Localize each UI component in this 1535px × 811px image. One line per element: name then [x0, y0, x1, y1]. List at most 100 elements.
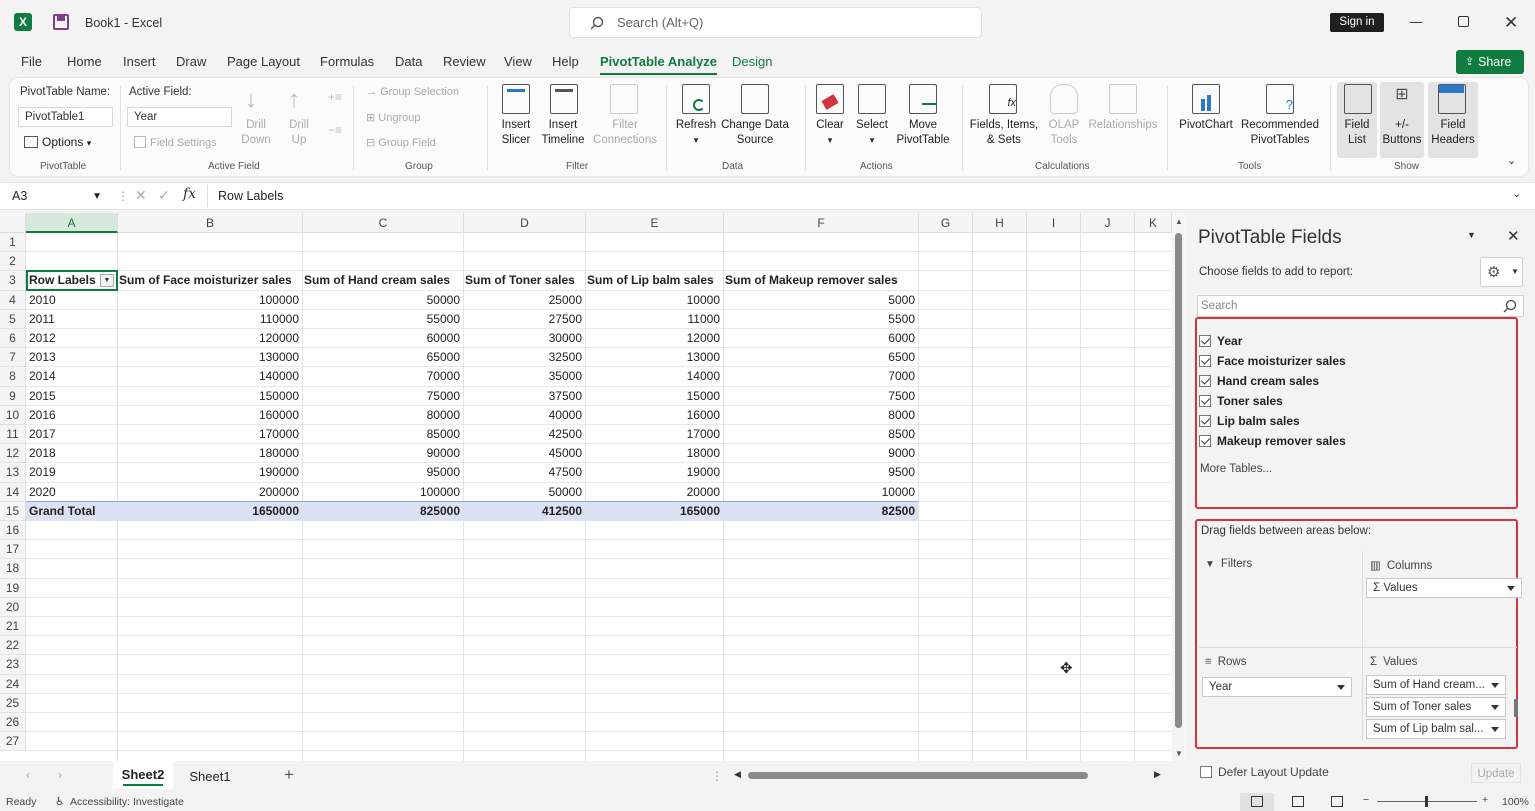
row-header-18[interactable]: 18: [0, 559, 26, 579]
row-header-2[interactable]: 2: [0, 252, 26, 272]
tab-review[interactable]: Review: [443, 54, 486, 69]
value-cell[interactable]: 55000: [304, 310, 463, 329]
row-label-cell[interactable]: 2019: [27, 463, 117, 482]
value-cell[interactable]: 100000: [304, 483, 463, 502]
value-cell[interactable]: 5000: [725, 291, 918, 310]
value-cell[interactable]: 17000: [587, 425, 723, 444]
column-header-d[interactable]: D: [464, 213, 586, 233]
insert-timeline-button[interactable]: Insert Timeline: [538, 118, 588, 148]
collapse-ribbon-icon[interactable]: ⌄: [1507, 154, 1516, 167]
tab-design[interactable]: Design: [732, 54, 772, 69]
row-header-4[interactable]: 4: [0, 290, 26, 310]
move-pivottable-button[interactable]: Move PivotTable: [894, 118, 952, 148]
column-header-h[interactable]: H: [973, 213, 1027, 233]
group-field-button[interactable]: ⊟ Group Field: [366, 136, 436, 149]
row-header-16[interactable]: 16: [0, 521, 26, 541]
next-sheet-icon[interactable]: ›: [58, 768, 62, 782]
checkbox-checked-icon[interactable]: [1199, 435, 1211, 447]
rows-year-item[interactable]: Year: [1202, 677, 1352, 697]
value-cell[interactable]: 9000: [725, 444, 918, 463]
tab-home[interactable]: Home: [67, 54, 102, 69]
field-headers-button[interactable]: Field Headers: [1428, 118, 1478, 148]
value-cell[interactable]: 65000: [304, 348, 463, 367]
values-item[interactable]: Sum of Hand cream...: [1366, 675, 1506, 695]
vertical-scroll-thumb[interactable]: [1175, 233, 1182, 728]
value-cell[interactable]: 12000: [587, 329, 723, 348]
select-all-corner[interactable]: [0, 213, 26, 233]
field-settings-button[interactable]: Field Settings: [134, 136, 217, 149]
field-search-input[interactable]: Search: [1197, 295, 1524, 317]
checkbox-checked-icon[interactable]: [1199, 395, 1211, 407]
group-selection-button[interactable]: → Group Selection: [366, 86, 459, 98]
row-label-cell[interactable]: 2010: [27, 291, 117, 310]
value-cell[interactable]: 140000: [119, 367, 302, 386]
row-label-cell[interactable]: 2014: [27, 367, 117, 386]
zoom-slider-thumb[interactable]: [1425, 796, 1428, 807]
vertical-scrollbar[interactable]: ▲ ▼: [1172, 213, 1186, 761]
value-cell[interactable]: 9500: [725, 463, 918, 482]
ungroup-button[interactable]: ⊞ Ungroup: [366, 111, 420, 124]
row-header-8[interactable]: 8: [0, 367, 26, 387]
field-year[interactable]: Year: [1199, 334, 1242, 348]
row-header-26[interactable]: 26: [0, 713, 26, 733]
row-header-5[interactable]: 5: [0, 309, 26, 329]
columns-values-item[interactable]: Σ Values: [1366, 578, 1522, 598]
value-cell[interactable]: 7500: [725, 387, 918, 406]
field-hand-cream-sales[interactable]: Hand cream sales: [1199, 374, 1319, 388]
value-cell[interactable]: 45000: [465, 444, 585, 463]
row-header-13[interactable]: 13: [0, 463, 26, 483]
grand-total-value[interactable]: 412500: [465, 502, 585, 521]
expand-formula-icon[interactable]: ⌄: [1512, 187, 1521, 200]
grand-total-value[interactable]: 1650000: [119, 502, 302, 521]
tab-help[interactable]: Help: [552, 54, 579, 69]
value-cell[interactable]: 10000: [725, 483, 918, 502]
value-cell[interactable]: 160000: [119, 406, 302, 425]
fields-items-sets-button[interactable]: Fields, Items, & Sets: [966, 118, 1042, 148]
row-header-27[interactable]: 27: [0, 732, 26, 752]
grand-total-value[interactable]: 825000: [304, 502, 463, 521]
row-header-23[interactable]: 23: [0, 655, 26, 675]
grand-total-value[interactable]: 165000: [587, 502, 723, 521]
field-face-moisturizer-sales[interactable]: Face moisturizer sales: [1199, 354, 1346, 368]
tab-draw[interactable]: Draw: [176, 54, 206, 69]
row-header-3[interactable]: 3: [0, 271, 26, 291]
zoom-level[interactable]: 100%: [1502, 796, 1529, 808]
value-cell[interactable]: 100000: [119, 291, 302, 310]
value-cell[interactable]: 19000: [587, 463, 723, 482]
save-icon[interactable]: [53, 14, 69, 30]
worksheet-grid[interactable]: ABCDEFGHIJK 1 2 3 4 5 6 7 8 9 10 11 12 13 14 15 16 17 18 1…: [0, 213, 1186, 761]
sheet-tab-sheet1[interactable]: Sheet1: [180, 761, 240, 789]
row-header-22[interactable]: 22: [0, 636, 26, 656]
tab-view[interactable]: View: [504, 54, 532, 69]
settings-dropdown[interactable]: ⚙ ▼: [1480, 257, 1523, 287]
refresh-button[interactable]: Refresh ▾: [672, 118, 720, 148]
field-lip-balm-sales[interactable]: Lip balm sales: [1199, 414, 1300, 428]
value-cell[interactable]: 10000: [587, 291, 723, 310]
pivot-column-header[interactable]: Sum of Toner sales: [465, 271, 585, 290]
value-cell[interactable]: 50000: [304, 291, 463, 310]
column-header-k[interactable]: K: [1135, 213, 1172, 233]
scroll-left-icon[interactable]: ◀: [734, 769, 741, 780]
value-cell[interactable]: 35000: [465, 367, 585, 386]
value-cell[interactable]: 200000: [119, 483, 302, 502]
column-header-f[interactable]: F: [724, 213, 919, 233]
insert-function-button[interactable]: fx: [183, 186, 196, 202]
row-header-7[interactable]: 7: [0, 348, 26, 368]
value-cell[interactable]: 47500: [465, 463, 585, 482]
pivot-column-header[interactable]: Sum of Hand cream sales: [304, 271, 463, 290]
value-cell[interactable]: 60000: [304, 329, 463, 348]
value-cell[interactable]: 11000: [587, 310, 723, 329]
value-cell[interactable]: 150000: [119, 387, 302, 406]
tab-pivottable-analyze[interactable]: PivotTable Analyze: [600, 54, 718, 75]
value-cell[interactable]: 170000: [119, 425, 302, 444]
share-button[interactable]: ⇪ Share: [1456, 50, 1524, 74]
row-label-cell[interactable]: 2015: [27, 387, 117, 406]
value-cell[interactable]: 18000: [587, 444, 723, 463]
recommended-pivottables-button[interactable]: Recommended PivotTables: [1234, 118, 1326, 148]
scroll-right-icon[interactable]: ▶: [1154, 769, 1161, 780]
value-cell[interactable]: 70000: [304, 367, 463, 386]
olap-tools-button[interactable]: OLAP Tools: [1043, 118, 1085, 148]
field-toner-sales[interactable]: Toner sales: [1199, 394, 1283, 408]
row-header-14[interactable]: 14: [0, 482, 26, 502]
column-header-g[interactable]: G: [919, 213, 973, 233]
